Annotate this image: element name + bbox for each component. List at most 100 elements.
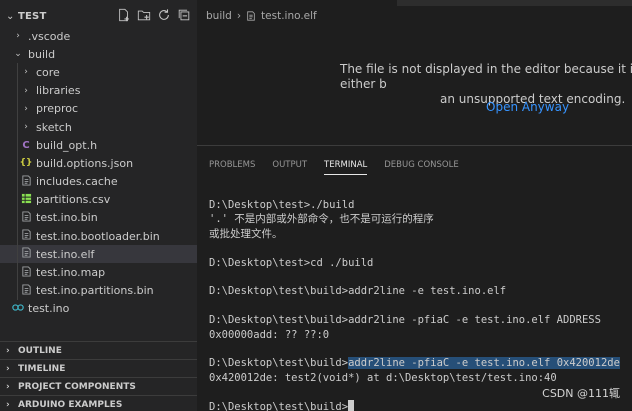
terminal-line: D:\Desktop\test\build>addr2line -pfiaC -… xyxy=(209,356,620,370)
chevron-right-icon: › xyxy=(6,363,10,374)
indent-guide xyxy=(17,281,18,300)
folder-item[interactable]: › libraries xyxy=(0,81,197,100)
tree-item-label: .vscode xyxy=(28,29,71,43)
indent-guide xyxy=(17,99,18,118)
folder-item[interactable]: › sketch xyxy=(0,117,197,137)
tab-problems[interactable]: PROBLEMS xyxy=(209,160,255,175)
indent-guide xyxy=(17,81,18,100)
tree-item-label: test.ino xyxy=(28,302,70,316)
bottom-panel: PROBLEMS OUTPUT TERMINAL DEBUG CONSOLE D… xyxy=(197,145,632,411)
tree-item-label: includes.cache xyxy=(36,175,118,189)
collapse-all-icon[interactable] xyxy=(177,8,191,22)
file-item[interactable]: partitions.csv xyxy=(0,190,197,209)
indent-guide xyxy=(17,154,18,173)
terminal-cursor xyxy=(348,399,355,411)
terminal-line: '.' 不是内部或外部命令，也不是可运行的程序 xyxy=(209,213,434,226)
breadcrumb-separator-icon: › xyxy=(236,10,242,22)
editor-tab-strip xyxy=(197,0,632,6)
tree-item-label: build_opt.h xyxy=(36,138,98,152)
editor-area: build › test.ino.elf The file is not dis… xyxy=(197,0,632,145)
file-item[interactable]: test.ino.partitions.bin xyxy=(0,281,197,300)
section-header[interactable]: › TIMELINE xyxy=(0,359,197,377)
tree-item-label: build xyxy=(28,47,56,61)
c-icon: C xyxy=(22,139,30,151)
file-tree: › .vscode ⌄ build › core › libraries › preproc › sk… xyxy=(0,27,197,318)
folder-item[interactable]: › core xyxy=(0,63,197,82)
new-file-icon[interactable] xyxy=(117,8,131,22)
section-header[interactable]: › PROJECT COMPONENTS xyxy=(0,377,197,395)
file-item[interactable]: Cbuild_opt.h xyxy=(0,136,197,155)
file-lines-icon xyxy=(20,265,32,279)
file-lines-icon xyxy=(20,284,32,297)
indent-guide xyxy=(17,63,18,82)
folder-item[interactable]: › preproc xyxy=(0,99,197,118)
indent-guide xyxy=(17,263,18,282)
tab-output[interactable]: OUTPUT xyxy=(272,160,307,175)
folder-item[interactable]: ⌄ build xyxy=(0,45,197,63)
terminal-output[interactable]: D:\Desktop\test>./build '.' 不是内部或外部命令，也不是… xyxy=(209,198,620,411)
tree-item-label: test.ino.bootloader.bin xyxy=(36,229,160,243)
terminal-line: 0x00000add: ?? ??:0 xyxy=(209,328,330,341)
file-item[interactable]: test.ino.elf xyxy=(0,245,197,264)
json-icon: {} xyxy=(19,158,33,169)
chevron-right-icon: › xyxy=(24,67,28,78)
terminal-selection[interactable]: addr2line -pfiaC -e test.ino.elf 0x42001… xyxy=(348,357,620,370)
file-lines-icon xyxy=(247,11,255,21)
file-lines-icon xyxy=(20,175,32,188)
folder-item[interactable]: › .vscode xyxy=(0,27,197,45)
file-item[interactable]: test.ino xyxy=(0,300,197,318)
tree-item-label: sketch xyxy=(36,120,72,134)
file-item[interactable]: test.ino.bootloader.bin xyxy=(0,227,197,246)
file-item[interactable]: {} build.options.json xyxy=(0,154,197,173)
terminal-line: D:\Desktop\test>./build xyxy=(209,199,355,211)
terminal-prompt: D:\Desktop\test\build> xyxy=(209,357,349,370)
file-item[interactable]: includes.cache xyxy=(0,172,197,191)
terminal-line: D:\Desktop\test\build> xyxy=(209,399,620,411)
file-lines-icon xyxy=(20,211,32,224)
chevron-right-icon: › xyxy=(6,345,10,356)
tree-item-label: test.ino.map xyxy=(36,266,106,280)
file-lines-icon xyxy=(20,247,32,260)
file-item[interactable]: test.ino.map xyxy=(0,263,197,282)
refresh-icon[interactable] xyxy=(157,8,171,22)
open-anyway-link[interactable]: Open Anyway xyxy=(486,100,569,114)
indent-guide xyxy=(17,227,18,246)
section-header[interactable]: › ARDUINO EXAMPLES xyxy=(0,395,197,411)
section-title: PROJECT COMPONENTS xyxy=(18,381,136,392)
indent-guide xyxy=(17,136,18,155)
section-title: ARDUINO EXAMPLES xyxy=(18,399,123,410)
explorer-sidebar: ⌄ TEST › .vscode ⌄ build › core › libraries › pre… xyxy=(0,0,197,411)
explorer-title: TEST xyxy=(18,10,47,22)
file-lines-icon xyxy=(20,229,32,242)
tree-item-label: build.options.json xyxy=(36,156,134,170)
new-folder-icon[interactable] xyxy=(137,8,151,22)
chevron-right-icon: › xyxy=(6,399,10,410)
chevron-right-icon: › xyxy=(16,31,20,42)
breadcrumb-file[interactable]: test.ino.elf xyxy=(261,10,317,22)
tree-item-label: libraries xyxy=(36,84,81,98)
notice-line-1: The file is not displayed in the editor … xyxy=(340,62,632,91)
tab-debug-console[interactable]: DEBUG CONSOLE xyxy=(384,160,458,175)
active-editor-tab[interactable] xyxy=(197,0,397,6)
terminal-line: D:\Desktop\test>cd ./build xyxy=(209,256,374,269)
chevron-right-icon: › xyxy=(24,103,28,114)
indent-guide xyxy=(17,245,18,264)
watermark: CSDN @111辄 xyxy=(542,387,620,400)
tree-item-label: test.ino.bin xyxy=(36,211,98,225)
breadcrumb-folder[interactable]: build xyxy=(206,10,232,22)
chevron-right-icon: › xyxy=(24,85,28,96)
tree-item-label: partitions.csv xyxy=(36,193,111,207)
chevron-right-icon: › xyxy=(24,122,28,133)
terminal-line: D:\Desktop\test\build>addr2line -e test.… xyxy=(209,285,507,298)
chevron-down-icon: ⌄ xyxy=(14,49,22,60)
terminal-line: 或批处理文件。 xyxy=(209,227,283,240)
file-item[interactable]: test.ino.bin xyxy=(0,208,197,228)
terminal-line: D:\Desktop\test\build>addr2line -pfiaC -… xyxy=(209,314,601,327)
tab-terminal[interactable]: TERMINAL xyxy=(324,160,368,175)
section-header[interactable]: › OUTLINE xyxy=(0,341,197,359)
tree-item-label: preproc xyxy=(36,102,79,116)
chevron-right-icon: › xyxy=(6,381,10,392)
